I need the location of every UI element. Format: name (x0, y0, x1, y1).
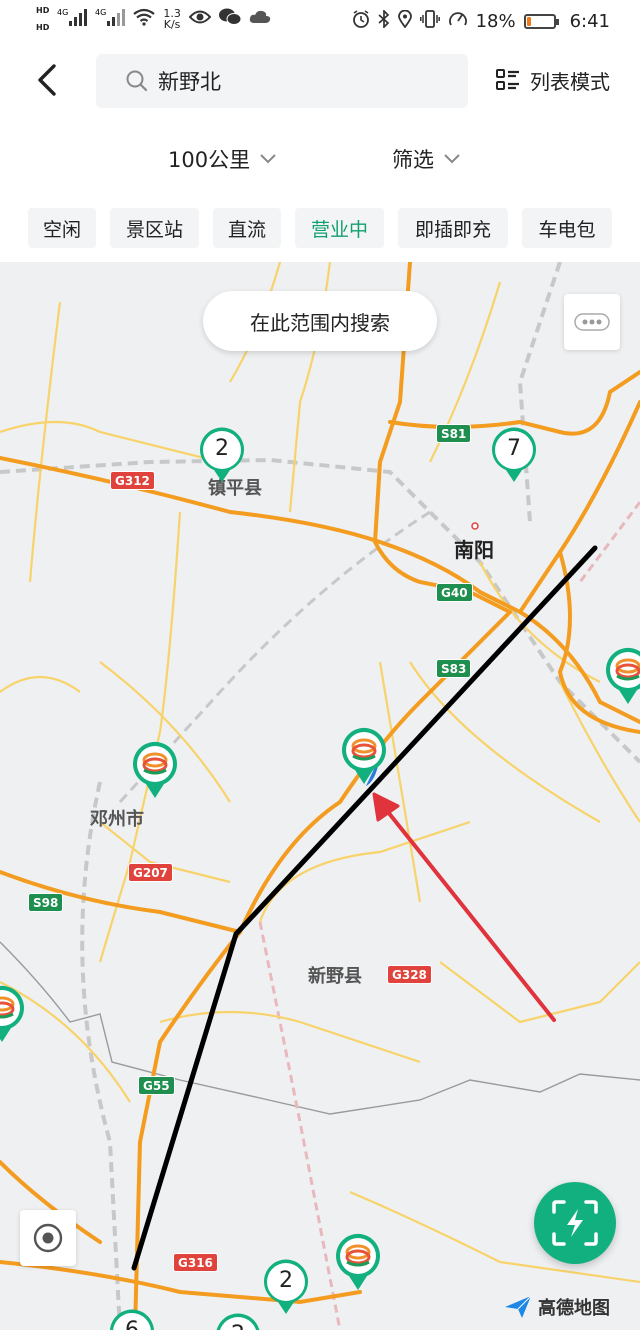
svg-text:4G: 4G (57, 8, 68, 17)
locate-me-button[interactable] (20, 1210, 76, 1266)
annotation-overlay (131, 545, 598, 1271)
list-mode-label: 列表模式 (530, 70, 610, 94)
list-icon (496, 68, 519, 90)
chip-ev-package[interactable]: 车电包 (522, 208, 612, 248)
back-button[interactable] (30, 60, 70, 100)
status-bar: HD HD 4G 4G 1.3 K/s 18% 6:41 (0, 0, 640, 42)
amap-logo-icon (505, 1295, 532, 1318)
filter-dropdown[interactable]: 筛选 (392, 144, 460, 174)
filter-row: 100公里 筛选 (0, 122, 640, 194)
annotation-red-arrow-shaft (378, 800, 556, 1022)
filter-label: 筛选 (392, 148, 434, 172)
chip-label: 空闲 (42, 218, 81, 241)
signal-icon-1: 4G (57, 7, 88, 31)
eye-icon (188, 9, 212, 29)
chip-scenic-station[interactable]: 景区站 (110, 208, 199, 248)
battery-fill (526, 17, 532, 26)
chip-open-now[interactable]: 营业中 (295, 208, 384, 248)
signal-icon-2: 4G (95, 7, 126, 31)
net-speed: 1.3 K/s (163, 8, 181, 30)
hd-indicators: HD HD (36, 6, 49, 32)
alarm-icon (352, 10, 370, 33)
chip-label: 车电包 (538, 218, 596, 241)
chevron-down-icon (444, 154, 460, 164)
search-header: 新野北 列表模式 (0, 42, 640, 122)
chip-label: 营业中 (310, 218, 368, 241)
battery-percent: 18% (475, 11, 516, 32)
search-input[interactable]: 新野北 (96, 54, 468, 108)
more-dots-icon (574, 313, 610, 331)
speed-gauge-icon (448, 10, 468, 33)
search-this-area-button[interactable]: 在此范围内搜索 (203, 291, 437, 351)
annotation-red-arrow-head (372, 792, 400, 822)
search-input-value: 新野北 (158, 70, 221, 94)
status-left: HD HD 4G 4G 1.3 K/s (36, 6, 271, 32)
chip-label: 即插即充 (414, 218, 491, 241)
amap-watermark: 高德地图 (504, 1294, 610, 1320)
clock-time: 6:41 (569, 11, 610, 32)
distance-label: 100公里 (168, 148, 251, 172)
cloud-icon (249, 10, 271, 28)
list-mode-button[interactable]: 列表模式 (496, 66, 610, 95)
chip-dc[interactable]: 直流 (213, 208, 281, 248)
battery-icon (523, 14, 559, 29)
search-this-area-label: 在此范围内搜索 (250, 310, 390, 335)
vibrate-icon (419, 10, 440, 33)
svg-text:4G: 4G (95, 8, 106, 17)
chip-idle[interactable]: 空闲 (28, 208, 96, 248)
chevron-down-icon (260, 154, 276, 164)
amap-brand-name: 高德地图 (538, 1298, 610, 1319)
hd-indicator-2: HD (36, 23, 50, 32)
chevron-left-icon (38, 64, 56, 96)
net-speed-unit: K/s (163, 18, 181, 31)
search-icon (126, 70, 148, 92)
wifi-icon (133, 8, 156, 30)
chip-label: 景区站 (125, 218, 183, 241)
status-right: 18% 6:41 (352, 8, 610, 33)
annotation-black-line (131, 545, 598, 1271)
chip-label: 直流 (227, 218, 266, 241)
distance-dropdown[interactable]: 100公里 (168, 144, 276, 174)
scan-charge-button[interactable] (534, 1182, 616, 1264)
map-view[interactable]: 镇平县 南阳 邓州市 新野县 S81 G312 G40 S83 S98 G207… (0, 262, 640, 1330)
bluetooth-icon (377, 8, 390, 33)
scan-charge-icon (552, 1200, 598, 1246)
wechat-icon (218, 8, 242, 30)
locate-icon (33, 1223, 63, 1253)
location-icon (397, 9, 412, 33)
hd-indicator-1: HD (36, 6, 50, 15)
chip-plug-and-charge[interactable]: 即插即充 (398, 208, 508, 248)
quick-filter-chips: 空闲 景区站 直流 营业中 即插即充 车电包 (0, 194, 640, 262)
more-options-button[interactable] (564, 294, 620, 350)
